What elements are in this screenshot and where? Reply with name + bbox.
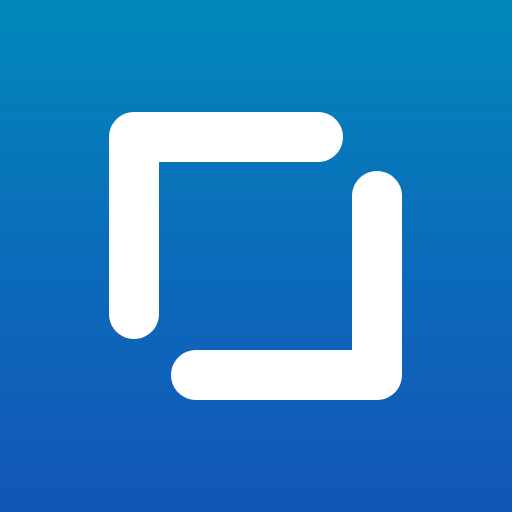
- frame-top-left-stroke: [109, 112, 343, 339]
- frame-bottom-right-stroke: [171, 171, 402, 400]
- square-frame-icon: [109, 112, 402, 400]
- app-icon-background: [0, 0, 512, 512]
